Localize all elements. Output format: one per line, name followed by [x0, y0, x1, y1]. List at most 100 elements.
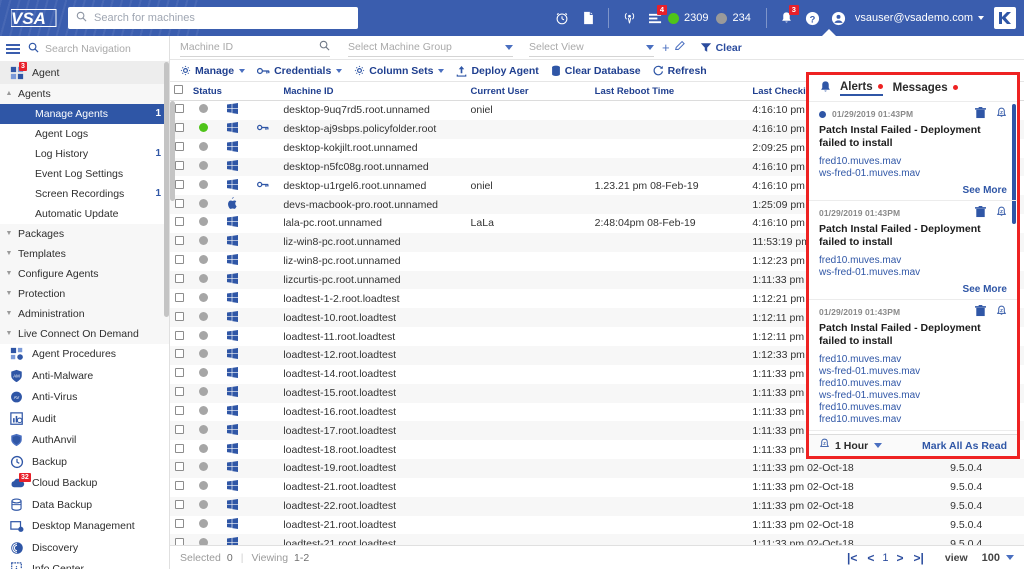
notification-machine-link[interactable]: ws-fred-01.muves.mav [819, 366, 1007, 378]
sidebar-module-discovery[interactable]: Discovery [0, 537, 169, 559]
row-checkbox[interactable] [174, 179, 184, 189]
kaseya-logo-icon[interactable] [994, 7, 1016, 29]
row-checkbox[interactable] [174, 368, 184, 378]
broadcast-icon[interactable] [616, 0, 642, 36]
filter-search-icon[interactable] [319, 40, 330, 54]
see-more-link[interactable]: See More [819, 284, 1007, 295]
mark-all-as-read-button[interactable]: Mark All As Read [922, 440, 1007, 452]
row-checkbox[interactable] [174, 443, 184, 453]
table-row[interactable]: loadtest-21.root.loadtest 1:11:33 pm 02-O… [170, 478, 1024, 497]
table-row[interactable]: loadtest-22.root.loadtest 1:11:33 pm 02-O… [170, 496, 1024, 516]
column-header-current-user[interactable]: Current User [467, 82, 591, 100]
last-page-button[interactable]: >| [914, 551, 924, 565]
sidebar-module-authanvil[interactable]: AuthAnvil [0, 430, 169, 452]
sidebar-module-cloud-backup[interactable]: 32 Cloud Backup [0, 472, 169, 495]
row-machine-id[interactable]: loadtest-16.root.loadtest [279, 403, 466, 422]
row-checkbox[interactable] [174, 198, 184, 208]
table-row[interactable]: loadtest-19.root.loadtest 1:11:33 pm 02-O… [170, 459, 1024, 478]
add-view-button[interactable]: + [662, 40, 670, 55]
sidebar-group-live-connect-on-demand[interactable]: ▼ Live Connect On Demand [0, 323, 169, 344]
row-checkbox[interactable] [174, 537, 184, 545]
column-sets-button[interactable]: Column Sets [354, 65, 445, 77]
snooze-bell-icon[interactable]: Z [996, 305, 1007, 320]
notification-machine-link[interactable]: ws-fred-01.muves.mav [819, 267, 1007, 279]
user-menu-chevron-down-icon[interactable] [978, 16, 984, 20]
row-machine-id[interactable]: loadtest-12.root.loadtest [279, 346, 466, 365]
sidebar-module-desktop-management[interactable]: Desktop Management [0, 516, 169, 538]
sidebar-module-audit[interactable]: Audit [0, 408, 169, 430]
snooze-bell-icon[interactable]: Z [996, 107, 1007, 122]
notification-machine-link[interactable]: ws-fred-01.muves.mav [819, 168, 1007, 180]
row-checkbox[interactable] [174, 462, 184, 472]
see-more-link[interactable]: See More [819, 185, 1007, 196]
table-row[interactable]: loadtest-21.root.loadtest 1:11:33 pm 02-O… [170, 516, 1024, 535]
row-checkbox[interactable] [174, 349, 184, 359]
first-page-button[interactable]: |< [847, 551, 857, 565]
notification-machine-link[interactable]: ws-fred-01.muves.mav [819, 390, 1007, 402]
delete-trash-icon[interactable] [975, 304, 986, 320]
table-row[interactable]: loadtest-21.root.loadtest 1:11:33 pm 02-O… [170, 534, 1024, 545]
sidebar-item-automatic-update[interactable]: Automatic Update [0, 203, 169, 224]
page-size-chevron-down-icon[interactable] [1006, 555, 1014, 560]
row-checkbox[interactable] [174, 500, 184, 510]
row-machine-id[interactable]: loadtest-10.root.loadtest [279, 308, 466, 327]
sidebar-group-packages[interactable]: ▼ Packages [0, 223, 169, 244]
row-checkbox[interactable] [174, 104, 184, 114]
row-checkbox[interactable] [174, 142, 184, 152]
row-checkbox[interactable] [174, 330, 184, 340]
row-machine-id[interactable]: loadtest-21.root.loadtest [279, 516, 466, 535]
row-machine-id[interactable]: loadtest-21.root.loadtest [279, 478, 466, 497]
sidebar-module-anti-virus[interactable]: AV Anti-Virus [0, 387, 169, 409]
notification-bell-icon[interactable]: 3 [774, 0, 800, 36]
machine-id-filter[interactable] [180, 39, 330, 57]
notification-item[interactable]: 01/29/2019 01:43PM Z Patch Instal Failed -… [809, 201, 1017, 300]
notification-machine-link[interactable]: fred10.muves.mav [819, 156, 1007, 168]
row-machine-id[interactable]: loadtest-19.root.loadtest [279, 459, 466, 478]
delete-trash-icon[interactable] [975, 205, 986, 221]
sidebar-module-agent-procedures[interactable]: Agent Procedures [0, 344, 169, 366]
snooze-control[interactable]: Z 1 Hour [819, 438, 883, 453]
notification-machine-link[interactable]: fred10.muves.mav [819, 402, 1007, 414]
row-machine-id[interactable]: desktop-n5fc08g.root.unnamed [279, 158, 466, 177]
notification-machine-link[interactable]: fred10.muves.mav [819, 414, 1007, 426]
notification-machine-link[interactable]: fred10.muves.mav [819, 354, 1007, 366]
tab-alerts[interactable]: Alerts [840, 81, 883, 96]
row-checkbox[interactable] [174, 236, 184, 246]
row-machine-id[interactable]: desktop-kokjilt.root.unnamed [279, 139, 466, 158]
row-machine-id[interactable]: devs-macbook-pro.root.unnamed [279, 195, 466, 214]
sidebar-scrollbar[interactable] [164, 62, 169, 317]
credentials-button[interactable]: Credentials [257, 65, 343, 77]
machine-id-input[interactable] [180, 41, 319, 53]
column-header-status[interactable]: Status [189, 82, 222, 100]
vsa-logo[interactable]: VSA [6, 9, 62, 27]
credential-key-icon[interactable] [256, 180, 269, 192]
sidebar-module-data-backup[interactable]: Data Backup [0, 494, 169, 516]
row-checkbox[interactable] [174, 424, 184, 434]
page-size-value[interactable]: 100 [982, 552, 1000, 564]
sidebar-module-agent[interactable]: 3 Agent [0, 62, 169, 84]
grid-scrollbar[interactable] [170, 101, 175, 201]
machine-group-select[interactable]: Select Machine Group [348, 39, 513, 57]
alarm-clock-icon[interactable] [549, 0, 575, 36]
row-checkbox[interactable] [174, 217, 184, 227]
hamburger-menu-icon[interactable] [6, 43, 20, 54]
row-machine-id[interactable]: loadtest-18.root.loadtest [279, 440, 466, 459]
column-header-machine-id[interactable]: Machine ID [279, 82, 466, 100]
row-machine-id[interactable]: desktop-aj9sbps.policyfolder.root [279, 120, 466, 139]
user-email-label[interactable]: vsauser@vsademo.com [855, 12, 973, 24]
sidebar-item-screen-recordings[interactable]: Screen Recordings 1 [0, 183, 169, 204]
deploy-agent-button[interactable]: Deploy Agent [456, 65, 539, 77]
row-machine-id[interactable]: loadtest-1-2.root.loadtest [279, 289, 466, 308]
row-machine-id[interactable]: loadtest-17.root.loadtest [279, 421, 466, 440]
row-checkbox[interactable] [174, 518, 184, 528]
row-checkbox[interactable] [174, 311, 184, 321]
refresh-button[interactable]: Refresh [653, 65, 707, 77]
row-machine-id[interactable]: loadtest-15.root.loadtest [279, 384, 466, 403]
row-machine-id[interactable]: lizcurtis-pc.root.unnamed [279, 271, 466, 290]
notification-machine-link[interactable]: fred10.muves.mav [819, 255, 1007, 267]
view-select[interactable]: Select View [529, 39, 654, 57]
sidebar-group-configure-agents[interactable]: ▼ Configure Agents [0, 263, 169, 284]
row-checkbox[interactable] [174, 123, 184, 133]
column-header-last-reboot-time[interactable]: Last Reboot Time [591, 82, 749, 100]
sidebar-item-manage-agents[interactable]: Manage Agents 1 [0, 103, 169, 124]
